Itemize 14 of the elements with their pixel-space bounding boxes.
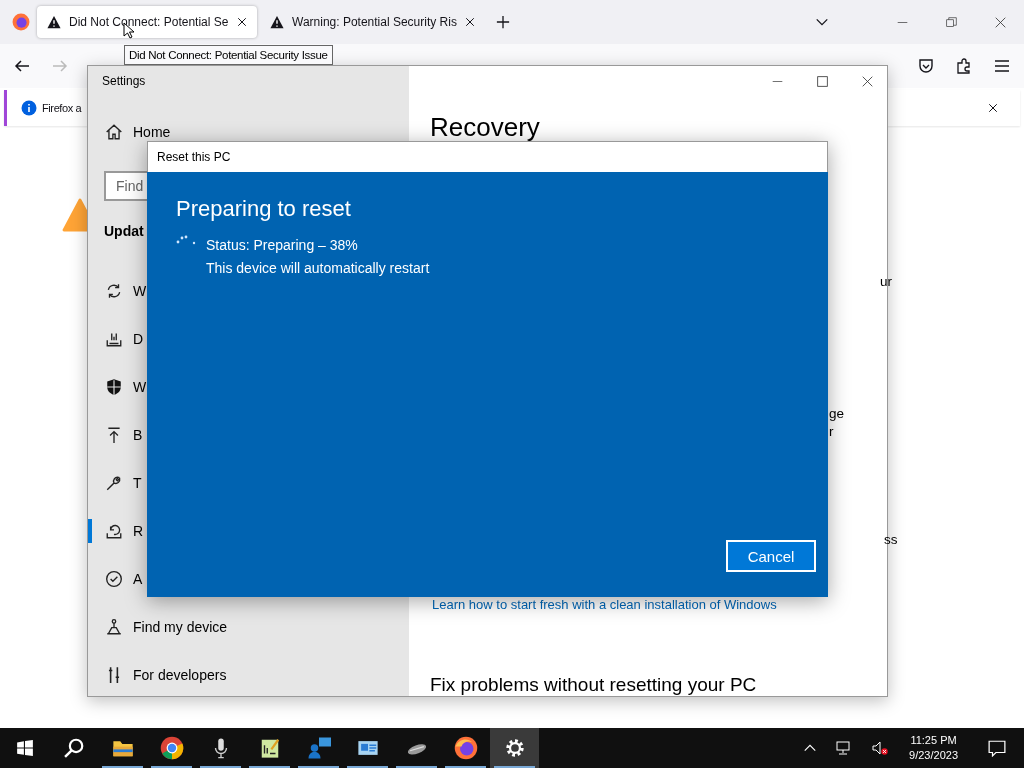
body-text: ur <box>880 274 892 289</box>
status-text: Status: Preparing – 38% <box>206 237 359 253</box>
tab-tooltip: Did Not Connect: Potential Security Issue <box>124 45 333 65</box>
window-title: Settings <box>102 74 146 88</box>
body-text: ge <box>829 406 845 421</box>
section-heading: Updat <box>104 223 144 239</box>
page-heading: Recovery <box>430 114 540 140</box>
notification-text: Firefox a <box>42 102 82 114</box>
dialog-title: Reset this PC <box>157 150 231 164</box>
body-text: r <box>829 424 834 439</box>
body-text: ss <box>884 532 898 547</box>
section-heading: Fix problems without resetting your PC <box>430 674 757 696</box>
dialog-heading: Preparing to reset <box>176 196 352 222</box>
restart-note: This device will automatically restart <box>206 260 430 276</box>
